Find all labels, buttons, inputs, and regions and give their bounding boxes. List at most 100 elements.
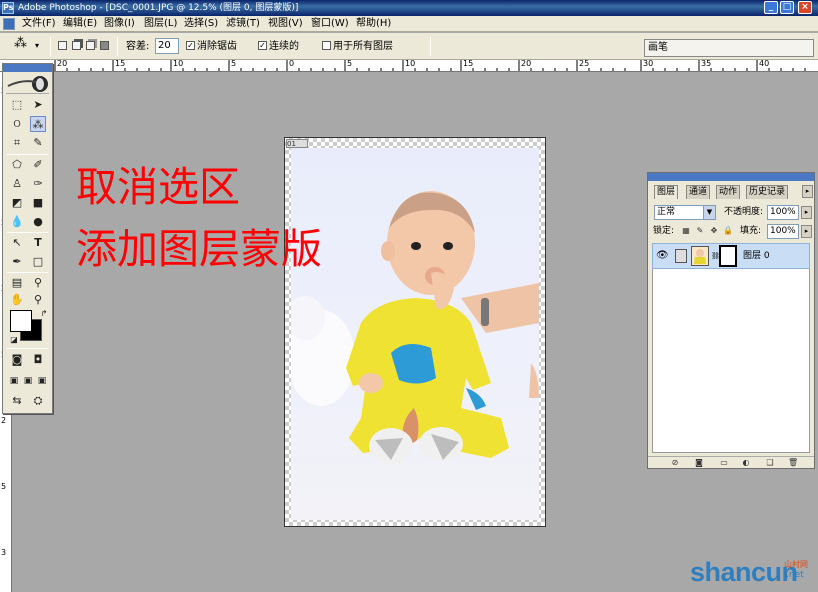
lasso-tool-icon[interactable]: ଠ bbox=[9, 116, 25, 132]
add-layer-mask-icon[interactable]: ◙ bbox=[694, 458, 704, 468]
options-separator bbox=[117, 37, 118, 56]
title-bar: Ps Adobe Photoshop - [DSC_0001.JPG @ 12.… bbox=[0, 0, 818, 16]
tab-history[interactable]: 历史记录 bbox=[746, 185, 789, 199]
fill-input[interactable]: 100% bbox=[767, 224, 799, 239]
ruler-tick-label: 20 bbox=[57, 60, 68, 68]
menu-select[interactable]: 选择(S) bbox=[184, 17, 218, 31]
new-selection-icon[interactable] bbox=[58, 41, 67, 50]
menu-window[interactable]: 窗口(W) bbox=[311, 17, 349, 31]
annotation-deselect: 取消选区 bbox=[76, 163, 240, 211]
panel-menu-arrow-icon[interactable]: ▸ bbox=[802, 185, 813, 198]
quick-mask-mode-icon[interactable]: ◘ bbox=[30, 352, 46, 368]
tab-channels[interactable]: 通道 bbox=[686, 185, 711, 199]
foreground-color-swatch[interactable] bbox=[10, 310, 32, 332]
minimize-button[interactable]: _ bbox=[764, 1, 778, 14]
brushes-palette-well[interactable]: 画笔 bbox=[644, 39, 814, 57]
magic-wand-tool-icon[interactable]: ⁂ bbox=[14, 37, 27, 50]
imageready-icon[interactable]: ⛭ bbox=[30, 393, 46, 409]
antialias-checkbox[interactable]: ✓ bbox=[186, 41, 195, 50]
crop-tool-icon[interactable]: ⌗ bbox=[9, 135, 25, 151]
options-bar: ⁂ ▾ 容差: 20 ✓ 消除锯齿 ✓ 连续的 用于所有图层 画笔 bbox=[0, 33, 818, 60]
layer-style-icon[interactable]: ⊘ bbox=[670, 458, 680, 468]
ruler-tick-label: 15 bbox=[115, 60, 126, 68]
horizontal-ruler[interactable]: 20 15 10 5 0 5 10 15 20 25 30 35 40 bbox=[0, 60, 818, 72]
document-icon[interactable] bbox=[3, 18, 15, 30]
tab-layers[interactable]: 图层 bbox=[654, 185, 679, 199]
ruler-tick-label: 3 bbox=[1, 548, 7, 557]
pen-tool-icon[interactable]: ✒ bbox=[9, 254, 25, 270]
menu-layer[interactable]: 图层(L) bbox=[144, 17, 177, 31]
ruler-tick-label: 0 bbox=[289, 60, 295, 68]
layers-panel-title-bar[interactable] bbox=[648, 173, 814, 181]
jump-to-imageready-icon[interactable]: ⇆ bbox=[9, 393, 25, 409]
contiguous-checkbox[interactable]: ✓ bbox=[258, 41, 267, 50]
fill-label: 填充: bbox=[740, 226, 762, 236]
intersect-selection-icon[interactable] bbox=[100, 41, 109, 50]
menu-view[interactable]: 视图(V) bbox=[268, 17, 303, 31]
hand-tool-icon[interactable]: ✋ bbox=[9, 292, 25, 308]
shape-tool-icon[interactable]: □ bbox=[30, 254, 46, 270]
chevron-down-icon[interactable]: ▼ bbox=[703, 206, 715, 219]
layer-name[interactable]: 图层 0 bbox=[743, 250, 770, 263]
eyedropper-tool-icon[interactable]: ⚲ bbox=[30, 275, 46, 291]
lock-position-icon[interactable]: ✥ bbox=[709, 226, 719, 236]
lock-all-icon[interactable]: 🔒 bbox=[723, 226, 733, 236]
new-layer-icon[interactable]: ❑ bbox=[765, 458, 775, 468]
menu-image[interactable]: 图像(I) bbox=[104, 17, 135, 31]
tolerance-input[interactable]: 20 bbox=[155, 38, 179, 54]
clone-stamp-tool-icon[interactable]: ♙ bbox=[9, 176, 25, 192]
adjustment-layer-icon[interactable]: ◐ bbox=[741, 458, 751, 468]
photoshop-feather-logo[interactable] bbox=[6, 74, 49, 94]
gradient-tool-icon[interactable]: ■ bbox=[30, 195, 46, 211]
tab-actions[interactable]: 动作 bbox=[716, 185, 741, 199]
blur-tool-icon[interactable]: 💧 bbox=[9, 214, 25, 230]
tool-preset-dropdown-icon[interactable]: ▾ bbox=[35, 39, 39, 52]
slice-tool-icon[interactable]: ✎ bbox=[30, 135, 46, 151]
magic-wand-tool-icon[interactable]: ⁂ bbox=[30, 116, 46, 132]
document-canvas[interactable]: 01 bbox=[284, 137, 546, 527]
brushes-tab-label[interactable]: 画笔 bbox=[648, 41, 668, 55]
all-layers-checkbox[interactable] bbox=[322, 41, 331, 50]
layer-mask-thumbnail[interactable] bbox=[719, 245, 737, 267]
layer-row[interactable]: 👁 ⛓ 图层 0 bbox=[652, 243, 810, 269]
full-screen-mode-icon[interactable]: ▣ bbox=[34, 373, 50, 389]
type-tool-icon[interactable]: T bbox=[30, 235, 46, 251]
add-to-selection-icon[interactable] bbox=[72, 41, 81, 50]
menu-filter[interactable]: 滤镜(T) bbox=[226, 17, 260, 31]
notes-tool-icon[interactable]: ▤ bbox=[9, 275, 25, 291]
brush-tool-icon[interactable]: ✐ bbox=[30, 157, 46, 173]
close-button[interactable]: × bbox=[798, 1, 812, 14]
fill-slider-arrow-icon[interactable]: ▸ bbox=[801, 225, 812, 238]
photoshop-app-icon: Ps bbox=[2, 2, 14, 14]
menu-edit[interactable]: 编辑(E) bbox=[63, 17, 97, 31]
opacity-input[interactable]: 100% bbox=[767, 205, 799, 220]
ruler-tick-label: 10 bbox=[173, 60, 184, 68]
eye-visibility-icon[interactable]: 👁 bbox=[656, 250, 669, 261]
marquee-tool-icon[interactable]: ⬚ bbox=[9, 97, 25, 113]
menu-help[interactable]: 帮助(H) bbox=[356, 17, 391, 31]
window-title: Adobe Photoshop - [DSC_0001.JPG @ 12.5% … bbox=[18, 3, 299, 13]
options-separator bbox=[430, 37, 431, 56]
healing-brush-tool-icon[interactable]: ⬠ bbox=[9, 157, 25, 173]
path-selection-tool-icon[interactable]: ↖ bbox=[9, 235, 25, 251]
menu-file[interactable]: 文件(F) bbox=[22, 17, 56, 31]
subtract-from-selection-icon[interactable] bbox=[86, 41, 95, 50]
standard-mode-icon[interactable]: ◙ bbox=[9, 352, 25, 368]
new-set-icon[interactable]: ▭ bbox=[719, 458, 729, 468]
toolbox-separator bbox=[7, 154, 48, 155]
blend-mode-select[interactable]: 正常 ▼ bbox=[654, 205, 716, 220]
layer-list[interactable] bbox=[652, 243, 810, 453]
toolbox-title-bar[interactable] bbox=[3, 64, 52, 72]
trash-icon[interactable]: 🗑 bbox=[788, 458, 798, 468]
history-brush-tool-icon[interactable]: ✑ bbox=[30, 176, 46, 192]
lock-image-icon[interactable]: ✎ bbox=[695, 226, 705, 236]
ruler-tick-label: 20 bbox=[521, 60, 532, 68]
move-tool-icon[interactable]: ➤ bbox=[30, 97, 46, 113]
layer-thumbnail[interactable] bbox=[691, 246, 709, 266]
maximize-button[interactable]: □ bbox=[780, 1, 794, 14]
opacity-slider-arrow-icon[interactable]: ▸ bbox=[801, 206, 812, 219]
ruler-tick-label: 25 bbox=[579, 60, 590, 68]
lock-transparency-icon[interactable]: ▦ bbox=[681, 226, 691, 236]
eraser-tool-icon[interactable]: ◩ bbox=[9, 195, 25, 211]
dodge-tool-icon[interactable]: ● bbox=[30, 214, 46, 230]
